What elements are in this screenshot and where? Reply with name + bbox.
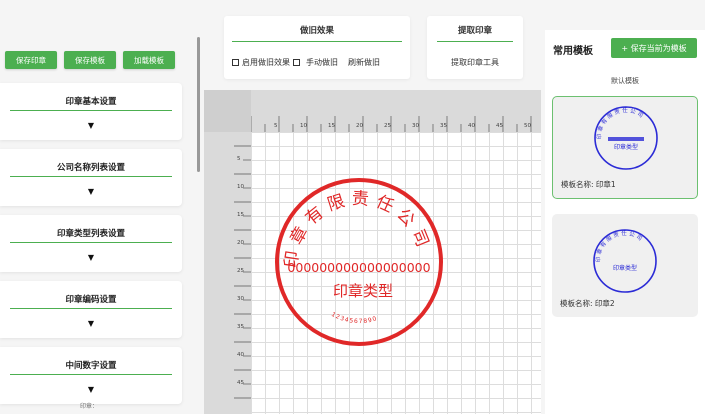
extract-tool-button[interactable]: 提取印章工具 [427, 57, 523, 68]
svg-text:印章有限责任公司: 印章有限责任公司 [595, 229, 645, 262]
extract-stamp-panel: 提取印章 提取印章工具 [427, 16, 523, 79]
expand-arrow-icon[interactable]: ▼ [0, 385, 182, 394]
svg-text:印章类型: 印章类型 [614, 143, 638, 151]
manual-aging-checkbox[interactable] [293, 59, 300, 66]
expand-arrow-icon[interactable]: ▼ [0, 253, 182, 262]
ruler-corner [204, 90, 251, 132]
section-divider [10, 242, 172, 243]
aging-effect-panel: 做旧效果 启用做旧效果 手动做旧 刷新做旧 [224, 16, 410, 79]
ruler-label: 15 [328, 123, 335, 129]
left-scrollbar[interactable] [197, 37, 200, 172]
ruler-label: 35 [237, 324, 244, 330]
section-code-settings[interactable]: 印章编码设置 ▼ [0, 281, 182, 338]
expand-arrow-icon[interactable]: ▼ [0, 121, 182, 130]
section-type-list[interactable]: 印章类型列表设置 ▼ [0, 215, 182, 272]
enable-aging-checkbox[interactable] [232, 59, 239, 66]
stamp-field-label: 印章： [80, 403, 99, 410]
ruler-label: 25 [384, 123, 391, 129]
load-template-button[interactable]: 加载模板 [123, 51, 175, 69]
template-card[interactable]: 印章有限责任公司 印章类型 模板名称: 印章1 [552, 96, 698, 199]
ruler-label: 5 [237, 156, 241, 162]
template-thumbnail: 印章有限责任公司 印章类型 [593, 229, 657, 293]
manual-aging-button[interactable]: 手动做旧 [306, 57, 338, 68]
expand-arrow-icon[interactable]: ▼ [0, 319, 182, 328]
ruler-label: 30 [412, 123, 419, 129]
extract-divider [437, 41, 513, 42]
template-panel: 常用模板 + 保存当前为模板 默认模板 印章有限责任公司 印章类型 模板名称: … [545, 30, 705, 414]
ruler-label: 5 [274, 123, 278, 129]
ruler-label: 15 [237, 212, 244, 218]
stamp-code-text: 1234567890 [330, 311, 378, 325]
section-middle-number[interactable]: 中间数字设置 ▼ [0, 347, 182, 404]
save-stamp-button[interactable]: 保存印章 [5, 51, 57, 69]
template-name: 模板名称: 印章1 [561, 180, 616, 189]
ruler-label: 45 [496, 123, 503, 129]
section-company-list[interactable]: 公司名称列表设置 ▼ [0, 149, 182, 206]
ruler-label: 30 [237, 296, 244, 302]
section-title: 印章基本设置 [65, 97, 117, 107]
section-title: 公司名称列表设置 [56, 163, 125, 173]
template-panel-title: 常用模板 [553, 46, 593, 57]
ruler-label: 40 [237, 352, 244, 358]
stamp-canvas[interactable]: 0 5 10 15 20 25 30 35 40 45 50 5 [204, 90, 541, 414]
ruler-label: 10 [300, 123, 307, 129]
settings-panel: 保存印章 保存模板 加载模板 印章基本设置 ▼ 公司名称列表设置 ▼ 印章类型列… [0, 0, 190, 414]
stamp-preview[interactable]: 印章有限责任公司 000000000000000000 印章类型 1234567… [271, 174, 447, 350]
stamp-type-text: 印章类型 [333, 282, 393, 300]
left-ruler: 5 10 15 20 25 30 35 40 45 [204, 90, 251, 414]
refresh-aging-button[interactable]: 刷新做旧 [348, 57, 380, 68]
top-ruler: 0 5 10 15 20 25 30 35 40 45 50 [204, 90, 541, 132]
enable-aging-label: 启用做旧效果 [242, 58, 290, 67]
section-divider [10, 110, 172, 111]
action-button-row: 保存印章 保存模板 加载模板 [5, 51, 175, 69]
enable-aging-option[interactable]: 启用做旧效果 [232, 57, 300, 68]
top-ruler-ticks [250, 116, 532, 132]
save-template-button[interactable]: 保存模板 [64, 51, 116, 69]
template-name: 模板名称: 印章2 [560, 299, 615, 308]
ruler-label: 50 [524, 123, 531, 129]
default-template-label: 默认模板 [611, 77, 639, 85]
section-divider [10, 176, 172, 177]
left-ruler-ticks [234, 145, 251, 399]
section-title: 印章编码设置 [65, 295, 117, 305]
ruler-label: 20 [356, 123, 363, 129]
ruler-label: 25 [237, 268, 244, 274]
ruler-label: 20 [237, 240, 244, 246]
section-divider [10, 374, 172, 375]
section-divider [10, 308, 172, 309]
template-thumbnail: 印章有限责任公司 印章类型 [594, 106, 658, 170]
ruler-label: 40 [468, 123, 475, 129]
template-card[interactable]: 印章有限责任公司 印章类型 模板名称: 印章2 [552, 214, 698, 317]
section-basic-settings[interactable]: 印章基本设置 ▼ [0, 83, 182, 140]
ruler-label: 45 [237, 380, 244, 386]
svg-text:印章类型: 印章类型 [613, 264, 637, 272]
aging-panel-title: 做旧效果 [299, 26, 334, 36]
ruler-label: 35 [440, 123, 447, 129]
extract-panel-title: 提取印章 [457, 26, 492, 36]
expand-arrow-icon[interactable]: ▼ [0, 187, 182, 196]
aging-divider [232, 41, 402, 42]
save-as-template-button[interactable]: + 保存当前为模板 [611, 38, 697, 58]
aging-options: 启用做旧效果 手动做旧 刷新做旧 [232, 57, 380, 68]
svg-text:印章有限责任公司: 印章有限责任公司 [596, 106, 646, 139]
section-title: 中间数字设置 [65, 361, 117, 371]
section-title: 印章类型列表设置 [56, 229, 125, 239]
ruler-label: 10 [237, 184, 244, 190]
stamp-number-text: 000000000000000000 [287, 260, 430, 275]
